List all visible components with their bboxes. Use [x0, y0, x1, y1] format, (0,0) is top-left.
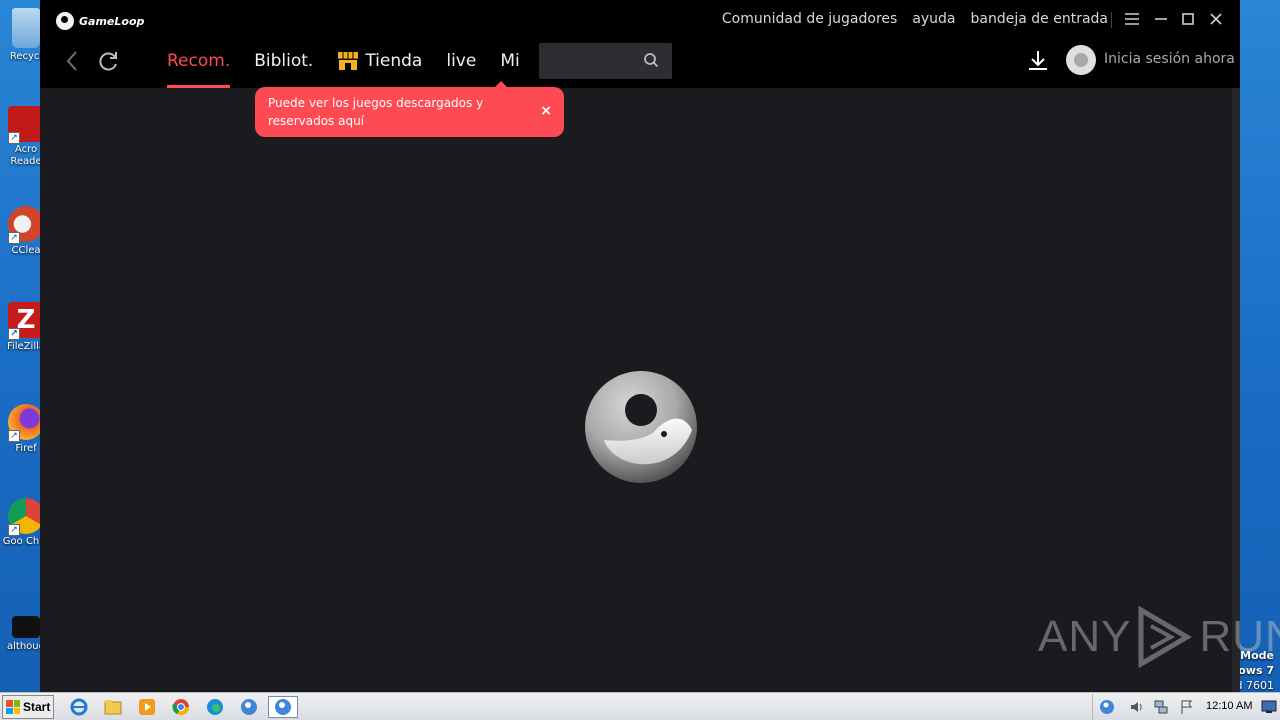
top-links: Comunidad de jugadores ayuda bandeja de … — [722, 11, 1108, 27]
recycle-bin-icon — [12, 8, 40, 48]
file-icon — [12, 616, 40, 638]
tab-store[interactable]: Tienda — [337, 48, 422, 88]
tab-label: live — [446, 51, 477, 71]
link-help[interactable]: ayuda — [912, 11, 955, 27]
explorer-icon — [104, 700, 122, 715]
app-logo: GameLoop — [56, 12, 144, 30]
link-community[interactable]: Comunidad de jugadores — [722, 11, 897, 27]
scrollbar[interactable] — [1232, 88, 1240, 692]
tab-label: Bibliot. — [254, 51, 314, 71]
play-logo-icon — [1138, 606, 1193, 668]
menu-button[interactable] — [1121, 8, 1143, 30]
network-icon[interactable] — [1153, 699, 1169, 715]
tab-label: Recom. — [167, 51, 231, 71]
tab-label: Tienda — [365, 51, 423, 71]
windows-logo-icon — [6, 700, 20, 714]
close-button[interactable] — [1205, 8, 1227, 30]
tooltip-text: Puede ver los juegos descargados y reser… — [268, 96, 484, 128]
gameloop-icon — [241, 699, 257, 715]
watermark-left-text: ANY — [1038, 612, 1132, 661]
chevron-left-icon — [66, 51, 77, 71]
avatar[interactable] — [1066, 45, 1096, 75]
taskbar-gameloop-active[interactable] — [268, 696, 298, 718]
gameloop-active-icon — [275, 699, 291, 715]
minimize-button[interactable] — [1150, 8, 1172, 30]
minimize-icon — [1155, 18, 1167, 20]
taskbar-gameloop[interactable] — [238, 697, 260, 717]
start-button[interactable]: Start — [2, 695, 54, 719]
download-icon[interactable] — [1026, 48, 1050, 72]
edge-icon — [207, 699, 223, 715]
library-tooltip: Puede ver los juegos descargados y reser… — [255, 81, 564, 137]
ie-icon — [70, 698, 88, 716]
taskbar-chrome[interactable] — [170, 697, 192, 717]
maximize-icon — [1182, 13, 1194, 25]
taskbar-ie[interactable] — [68, 697, 90, 717]
firefox-icon: ↗ — [8, 404, 44, 442]
maximize-button[interactable] — [1177, 8, 1199, 30]
main-content — [40, 88, 1232, 692]
filezilla-icon: Z ↗ — [8, 302, 44, 340]
start-label: Start — [23, 700, 51, 714]
chrome-icon: ↗ — [8, 498, 44, 536]
media-player-icon — [139, 699, 155, 715]
tab-library[interactable]: Bibliot. — [254, 48, 313, 88]
taskbar-media-player[interactable] — [136, 697, 158, 717]
tab-recommended[interactable]: Recom. — [167, 48, 231, 88]
tab-live[interactable]: live — [446, 48, 476, 88]
action-center-flag-icon[interactable] — [1179, 699, 1195, 715]
search-icon[interactable] — [643, 52, 659, 68]
login-link[interactable]: Inicia sesión ahora — [1104, 51, 1235, 67]
watermark-right-text: RUN — [1199, 612, 1280, 661]
loading-spinner-icon — [585, 371, 697, 483]
taskbar-edge[interactable] — [204, 697, 226, 717]
acrobat-icon: ↗ — [8, 106, 44, 144]
gameloop-window: GameLoop Comunidad de jugadores ayuda ba… — [40, 0, 1280, 692]
tooltip-close-button[interactable]: × — [540, 102, 552, 120]
volume-icon[interactable] — [1129, 699, 1145, 715]
chrome-icon — [172, 699, 190, 716]
clock[interactable]: 12:10 AM — [1206, 700, 1252, 712]
store-icon — [338, 52, 359, 70]
hamburger-icon — [1125, 13, 1139, 25]
tray-app-icon[interactable] — [1099, 699, 1115, 715]
app-name: GameLoop — [79, 14, 145, 28]
tab-label: Mi — [500, 51, 520, 71]
taskbar-explorer[interactable] — [102, 697, 124, 717]
close-icon — [1210, 13, 1222, 25]
ccleaner-icon: ↗ — [8, 206, 44, 244]
taskbar: Start 12:10 AM — [0, 692, 1280, 720]
anyrun-watermark: ANY RUN — [1038, 606, 1280, 668]
divider — [1111, 12, 1112, 28]
back-button[interactable] — [62, 48, 82, 74]
show-desktop-icon[interactable] — [1261, 700, 1277, 714]
main-tabs: Recom. Bibliot. Tienda live Mi — [167, 48, 544, 88]
refresh-icon — [99, 52, 117, 71]
refresh-button[interactable] — [98, 49, 120, 73]
link-inbox[interactable]: bandeja de entrada — [971, 11, 1108, 27]
title-bar: GameLoop Comunidad de jugadores ayuda ba… — [40, 0, 1240, 88]
gameloop-logo-icon — [56, 12, 74, 30]
